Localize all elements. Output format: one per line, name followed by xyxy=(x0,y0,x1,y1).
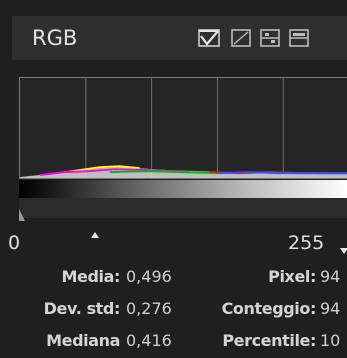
histogram-dock: RGB 0 255 Media: 0,496 Pixel: 94 Dev. st… xyxy=(0,0,347,358)
stat-row: Dev. std: 0,276 Conteggio: 94 xyxy=(0,294,347,324)
stddev-value: 0,276 xyxy=(126,299,172,318)
stat-row: Mediana 0,416 Percentile: 10 xyxy=(0,326,347,356)
median-label: Mediana xyxy=(46,331,120,350)
pixels-value: 94 xyxy=(320,267,341,286)
statistics: Media: 0,496 Pixel: 94 Dev. std: 0,276 C… xyxy=(0,262,347,358)
stat-row: Media: 0,496 Pixel: 94 xyxy=(0,262,347,292)
linear-histogram-icon[interactable] xyxy=(196,26,222,50)
percentile-value: 10 xyxy=(320,331,341,350)
channel-select[interactable]: RGB xyxy=(12,16,180,60)
range-max-input[interactable]: 255 xyxy=(288,224,324,262)
histogram-view[interactable] xyxy=(19,77,347,179)
count-label: Conteggio: xyxy=(221,299,317,318)
view-mode-icon[interactable] xyxy=(257,26,283,50)
percentile-label: Percentile: xyxy=(222,331,316,350)
histogram-toolbar: RGB xyxy=(12,16,347,60)
range-slider[interactable] xyxy=(19,198,347,218)
intensity-gradient xyxy=(19,180,347,198)
logarithmic-histogram-icon[interactable] xyxy=(228,26,254,50)
range-controls: 0 255 xyxy=(0,224,347,262)
range-min-spinner[interactable] xyxy=(88,226,102,256)
range-min-input[interactable]: 0 xyxy=(8,224,20,262)
range-min-handle[interactable] xyxy=(19,206,29,221)
view-mode-alt-icon[interactable] xyxy=(286,26,312,50)
mean-label: Media: xyxy=(61,267,120,286)
range-max-spinner[interactable] xyxy=(337,226,347,256)
count-value: 94 xyxy=(320,299,341,318)
mean-value: 0,496 xyxy=(126,267,172,286)
pixels-label: Pixel: xyxy=(268,267,316,286)
median-value: 0,416 xyxy=(126,331,172,350)
stddev-label: Dev. std: xyxy=(43,299,121,318)
